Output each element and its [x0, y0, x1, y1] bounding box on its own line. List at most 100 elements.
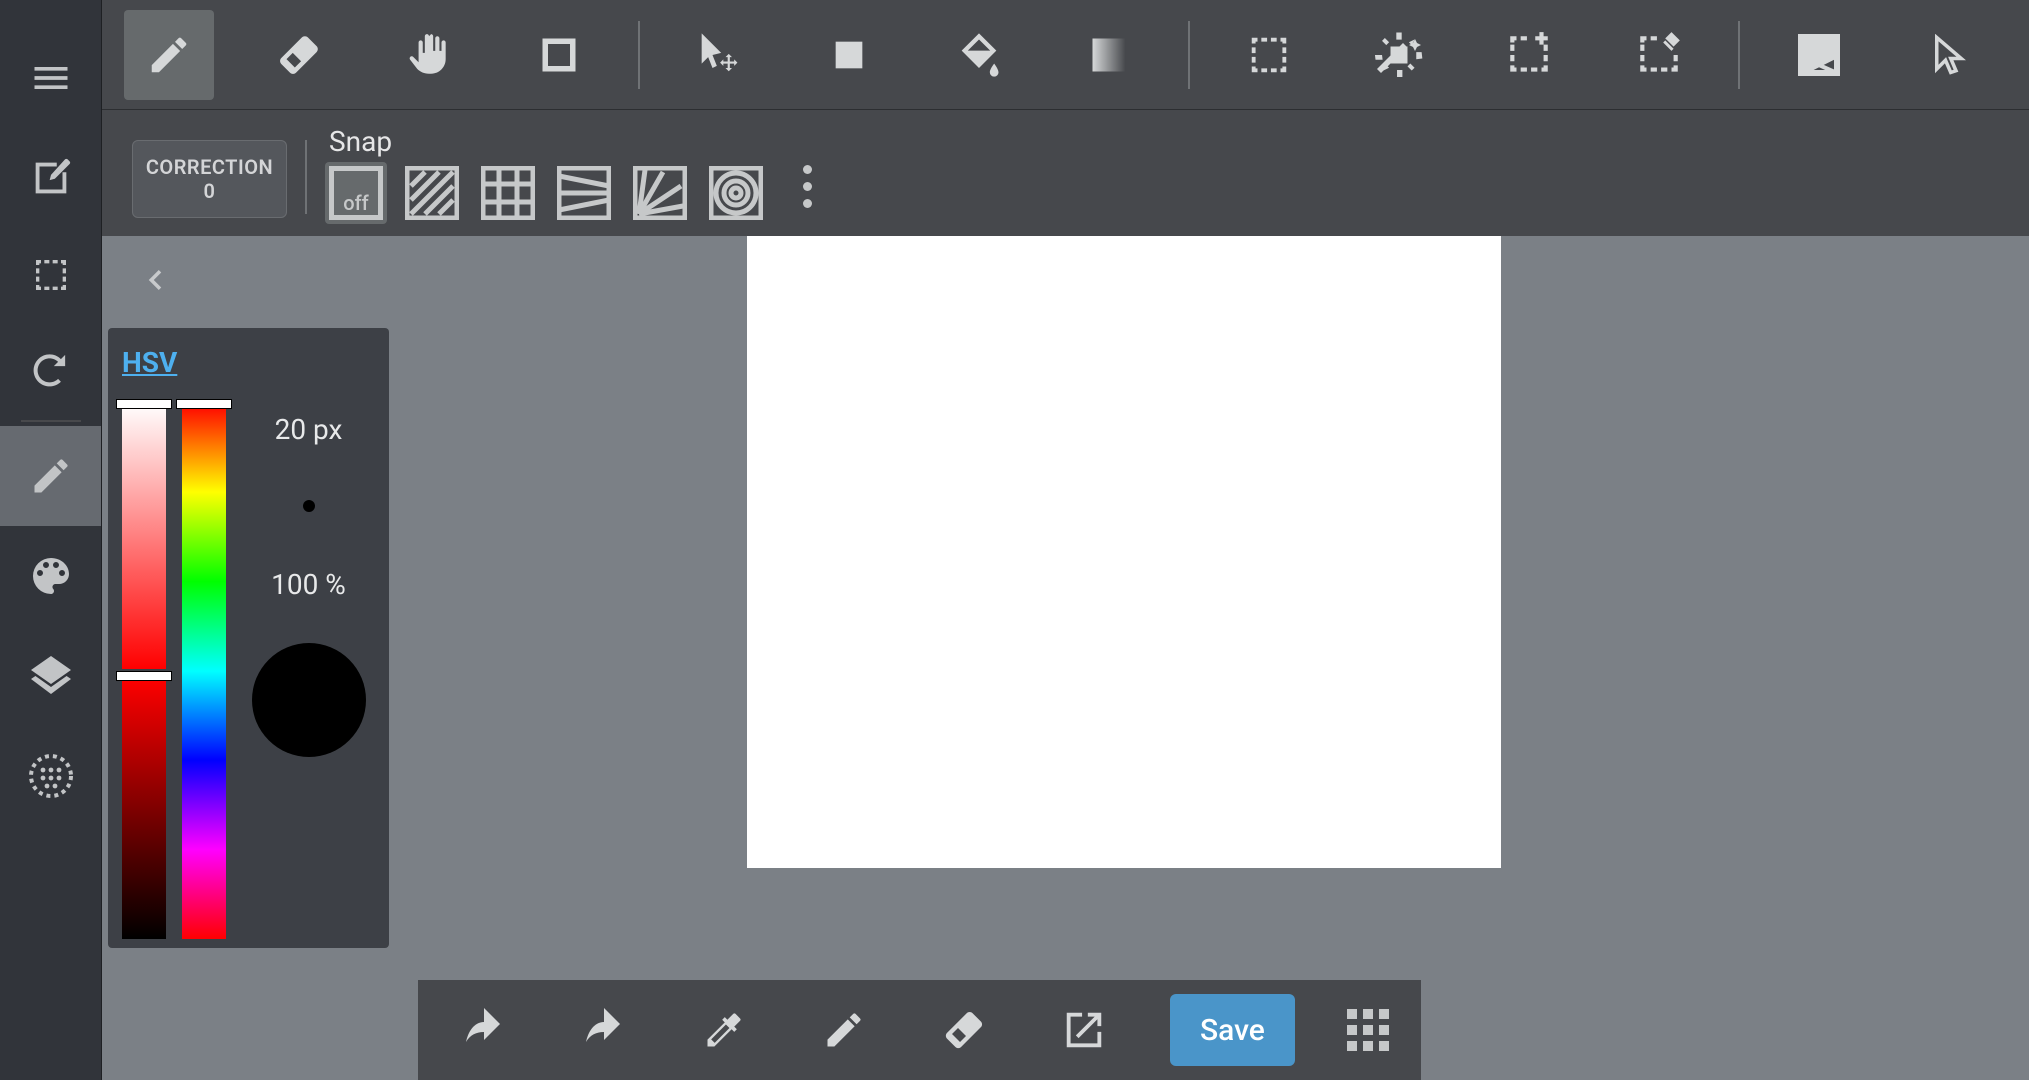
toolbar-separator [638, 21, 640, 89]
snap-diagonal[interactable] [401, 162, 463, 224]
bucket-tool[interactable] [934, 10, 1024, 100]
pointer-icon [1928, 34, 1970, 76]
shape-tool[interactable] [514, 10, 604, 100]
hamburger-icon [29, 56, 73, 100]
snap-radial[interactable] [629, 162, 691, 224]
snap-group: Snap off [325, 125, 812, 224]
marquee-tool[interactable] [1224, 10, 1314, 100]
saturation-value-slider[interactable] [122, 403, 166, 943]
snap-off[interactable]: off [325, 162, 387, 224]
rotate-button[interactable] [0, 322, 101, 416]
wand-tool[interactable] [1354, 10, 1444, 100]
hue-slider[interactable] [182, 403, 226, 939]
marquee-erase-icon [1634, 30, 1684, 80]
snap-concentric[interactable] [705, 162, 767, 224]
panel-collapse[interactable] [140, 258, 170, 306]
wand-icon [1375, 31, 1423, 79]
move-select-tool[interactable] [674, 10, 764, 100]
color-swatch[interactable] [252, 643, 366, 757]
marquee-add-tool[interactable] [1484, 10, 1574, 100]
canvas[interactable] [747, 236, 1501, 868]
snap-perspective[interactable] [553, 162, 615, 224]
dashed-select-icon [31, 255, 71, 295]
grid-icon [481, 166, 535, 220]
color-panel: HSV 20 px 100 % [108, 328, 389, 948]
gradient-icon [1087, 33, 1131, 77]
filled-square-icon [829, 35, 869, 75]
circle-grid-icon [27, 752, 75, 800]
brush-size-value: 20 px [275, 413, 343, 446]
layers-icon [27, 652, 75, 700]
apps-button[interactable] [1347, 1009, 1389, 1051]
top-toolbar [102, 0, 2029, 110]
options-separator [305, 140, 307, 214]
pattern-button[interactable] [0, 726, 101, 826]
pencil-icon [29, 454, 73, 498]
hand-tool[interactable] [384, 10, 474, 100]
menu-button[interactable] [0, 28, 101, 128]
hue-thumb[interactable] [176, 399, 232, 409]
brush-button[interactable] [810, 996, 878, 1064]
bottom-bar: Save [418, 980, 1421, 1080]
correction-value: 0 [204, 179, 216, 203]
fill-solid-tool[interactable] [804, 10, 894, 100]
correction-label: CORRECTION [146, 155, 273, 179]
toolbar-separator [1188, 21, 1190, 89]
edit-doc-button[interactable] [0, 128, 101, 228]
snap-off-text: off [334, 191, 378, 215]
radial-icon [633, 166, 687, 220]
save-label: Save [1200, 1013, 1265, 1048]
layers-button[interactable] [0, 626, 101, 726]
eraser-icon [274, 30, 324, 80]
eraser-button[interactable] [930, 996, 998, 1064]
redo-button[interactable] [570, 996, 638, 1064]
save-button[interactable]: Save [1170, 994, 1295, 1066]
undo-icon [460, 1006, 508, 1054]
pencil-icon [822, 1008, 866, 1052]
correction-box[interactable]: CORRECTION 0 [132, 140, 287, 218]
redo-icon [580, 1006, 628, 1054]
marquee-icon [1246, 32, 1292, 78]
more-options[interactable] [803, 165, 812, 208]
crop-icon [1795, 31, 1843, 79]
palette-icon [27, 552, 75, 600]
color-mode-label[interactable]: HSV [122, 346, 177, 379]
snap-grid[interactable] [477, 162, 539, 224]
eyedropper-icon [702, 1008, 746, 1052]
perspective-icon [557, 166, 611, 220]
pointer-tool[interactable] [1904, 10, 1994, 100]
select-button[interactable] [0, 228, 101, 322]
main-area: CORRECTION 0 Snap off [101, 0, 2029, 1080]
move-select-icon [693, 29, 745, 81]
crop-tool[interactable] [1774, 10, 1864, 100]
bucket-icon [953, 29, 1005, 81]
opacity-value: 100 % [271, 568, 346, 601]
chevron-left-icon [140, 258, 170, 302]
eyedropper-button[interactable] [690, 996, 758, 1064]
pencil-tool-rail[interactable] [0, 426, 101, 526]
pencil-tool[interactable] [124, 10, 214, 100]
gradient-tool[interactable] [1064, 10, 1154, 100]
undo-button[interactable] [450, 996, 518, 1064]
pencil-icon [146, 32, 192, 78]
color-info: 20 px 100 % [242, 403, 375, 943]
marquee-remove-tool[interactable] [1614, 10, 1704, 100]
brush-preview-dot [303, 500, 315, 512]
snap-label: Snap [329, 125, 812, 158]
diagonal-icon [405, 166, 459, 220]
concentric-icon [709, 166, 763, 220]
square-icon [537, 33, 581, 77]
eraser-tool[interactable] [254, 10, 344, 100]
toolbar-separator [1738, 21, 1740, 89]
sat-top-thumb[interactable] [116, 399, 172, 409]
rotate-icon [27, 345, 75, 393]
hand-icon [404, 30, 454, 80]
rail-divider [21, 420, 81, 422]
expand-button[interactable] [1050, 996, 1118, 1064]
left-rail [0, 0, 101, 1080]
palette-button[interactable] [0, 526, 101, 626]
eraser-icon [940, 1006, 988, 1054]
options-bar: CORRECTION 0 Snap off [102, 110, 2029, 236]
edit-doc-icon [28, 155, 74, 201]
sat-bottom-thumb[interactable] [116, 671, 172, 681]
